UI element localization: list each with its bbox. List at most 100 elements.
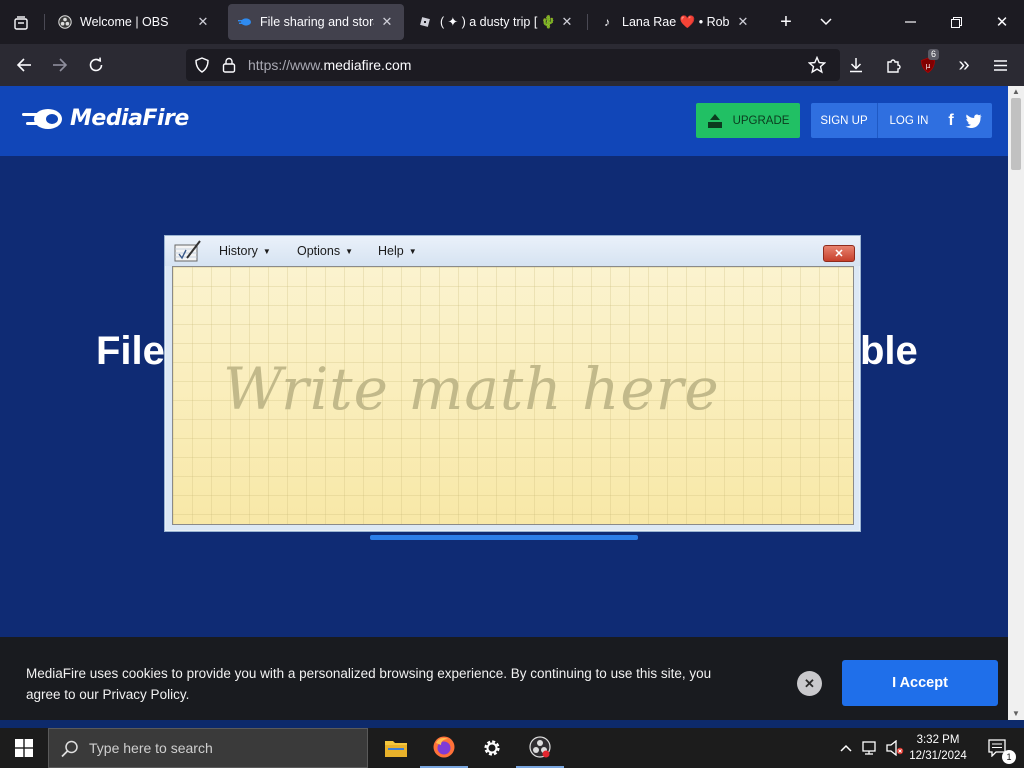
file-explorer-app[interactable] [372,728,420,768]
dropdown-caret-icon: ▼ [408,247,417,256]
panel-close-button[interactable]: ✕ [823,245,855,262]
panel-accent-bar [370,535,638,540]
url-host: mediafire.com [323,57,412,73]
site-header: MediaFire UPGRADE SIGN UP LOG IN f [0,86,1008,156]
scroll-up-arrow-icon[interactable]: ▲ [1008,86,1024,98]
system-clock[interactable]: 3:32 PM 12/31/2024 [906,732,970,764]
facebook-icon[interactable]: f [940,103,962,138]
math-input-panel-icon [174,240,201,262]
scrollbar-thumb[interactable] [1011,98,1021,170]
options-menu[interactable]: Options ▼ [297,244,353,258]
math-input-panel-window: History ▼ Options ▼ Help ▼ ✕ Write math her… [164,235,861,532]
restore-window-button[interactable] [944,8,968,36]
twitter-icon[interactable] [962,103,984,138]
network-icon[interactable] [858,728,884,768]
mediafire-logo[interactable]: MediaFire [22,106,189,131]
cookie-message: MediaFire uses cookies to provide you wi… [26,666,712,702]
firefox-app[interactable] [420,728,468,768]
tab-tiktok-lana-rae[interactable]: ♪ Lana Rae ❤️ • Roblox ✕ [590,4,760,40]
reload-button[interactable] [82,51,110,79]
close-tab-icon[interactable]: ✕ [560,14,574,30]
search-icon [61,740,78,758]
lock-icon[interactable] [222,57,236,78]
mediafire-icon [238,15,252,29]
log-in-button[interactable]: LOG IN [878,103,940,138]
close-tab-icon[interactable]: ✕ [196,14,210,30]
action-center-button[interactable]: 1 [978,728,1018,768]
upgrade-label: UPGRADE [732,114,790,127]
clock-date: 12/31/2024 [909,750,967,762]
new-tab-button[interactable]: + [772,8,800,36]
scroll-down-arrow-icon[interactable]: ▼ [1008,708,1024,720]
history-menu[interactable]: History ▼ [219,244,271,258]
tab-title: File sharing and storag [260,15,374,29]
forward-button[interactable] [46,51,74,79]
tab-roblox-dusty-trip[interactable]: ( ✦ ) a dusty trip [ 🌵 XM ✕ [408,4,584,40]
upgrade-icon [707,113,722,128]
options-menu-label: Options [297,244,341,258]
hero-heading-end: ble [860,329,918,373]
volume-muted-icon[interactable] [884,728,906,768]
url-text: https://www.mediafire.com [248,57,411,73]
downloads-button[interactable] [842,51,870,79]
mediafire-logo-icon [22,108,62,129]
list-all-tabs-icon[interactable] [812,8,840,36]
auth-buttons: SIGN UP LOG IN f [811,103,992,138]
windows-start-button[interactable] [0,728,48,768]
folder-icon [385,741,407,757]
help-menu[interactable]: Help ▼ [378,244,417,258]
taskbar-search-box[interactable]: Type here to search [48,728,368,768]
obs-icon [58,15,72,29]
tab-title: ( ✦ ) a dusty trip [ 🌵 XM [440,15,554,29]
close-tab-icon[interactable]: ✕ [736,14,750,30]
write-math-hint: Write math here [223,355,720,423]
logo-text: MediaFire [70,106,189,131]
svg-text:µ: µ [926,62,931,70]
address-bar[interactable]: https://www.mediafire.com [186,49,840,81]
obs-studio-app[interactable] [516,728,564,768]
hero-heading-start: File [96,329,165,373]
close-tab-icon[interactable]: ✕ [380,14,394,30]
handwriting-area[interactable]: Write math here [172,266,854,525]
extensions-puzzle-icon[interactable] [879,51,907,79]
minimize-window-button[interactable] [898,8,922,36]
ublock-origin-icon[interactable]: µ 6 [914,49,942,79]
roblox-icon [418,15,432,29]
show-hidden-icons-chevron[interactable] [834,728,858,768]
firefox-icon [433,736,455,758]
settings-app[interactable] [468,728,516,768]
tab-title: Welcome | OBS [80,15,169,29]
tab-obs[interactable]: Welcome | OBS ✕ [48,4,220,40]
bookmark-star-icon[interactable] [807,55,827,79]
history-menu-label: History [219,244,258,258]
close-window-button[interactable]: ✕ [988,8,1016,36]
sign-up-button[interactable]: SIGN UP [811,103,878,138]
more-tools-chevron-icon[interactable]: » [950,51,978,79]
tracking-protection-shield-icon[interactable] [194,57,210,78]
panel-menu-bar: History ▼ Options ▼ Help ▼ ✕ [165,236,860,266]
help-menu-label: Help [378,244,404,258]
tab-mediafire[interactable]: File sharing and storag ✕ [228,4,404,40]
url-scheme: https://www. [248,57,324,73]
extension-badge: 6 [928,49,940,60]
upgrade-button[interactable]: UPGRADE [696,103,800,138]
page-scrollbar[interactable]: ▲ ▼ [1008,86,1024,720]
notification-count-badge: 1 [1002,750,1016,764]
obs-icon [529,736,551,758]
search-placeholder: Type here to search [89,740,213,756]
navigation-toolbar: https://www.mediafire.com µ 6 » [0,44,1024,86]
tiktok-icon: ♪ [604,15,610,29]
app-menu-icon[interactable] [986,51,1014,79]
windows-taskbar: Type here to search 3:32 PM 12/31/2024 1 [0,728,1024,768]
tab-title: Lana Rae ❤️ • Roblox [622,14,730,29]
tab-strip: Welcome | OBS ✕ File sharing and storag … [0,0,1024,44]
back-button[interactable] [10,51,38,79]
clock-time: 3:32 PM [916,734,960,746]
dropdown-caret-icon: ▼ [345,247,354,256]
cookie-dismiss-button[interactable]: ✕ [797,671,822,696]
gear-icon [484,740,500,756]
dropdown-caret-icon: ▼ [262,247,271,256]
cookie-consent-banner: MediaFire uses cookies to provide you wi… [0,637,1008,720]
firefox-view-icon[interactable] [8,10,34,36]
accept-cookies-button[interactable]: I Accept [842,660,998,706]
